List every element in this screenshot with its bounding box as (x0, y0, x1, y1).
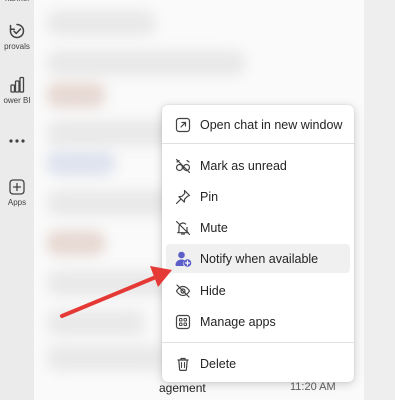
rail-item-label: ower BI (3, 96, 31, 105)
menu-item-open-new-window[interactable]: Open chat in new window (166, 110, 350, 139)
side-panel (364, 0, 395, 400)
menu-item-label: Notify when available (200, 251, 319, 266)
menu-item-hide[interactable]: Hide (166, 276, 350, 305)
app-rail: hannel provals ower BI Apps (0, 0, 34, 400)
notify-person-icon (174, 250, 192, 268)
apps-icon (0, 178, 34, 196)
list-item[interactable] (46, 345, 166, 371)
rail-item-label: provals (4, 42, 30, 51)
menu-item-manage-apps[interactable]: Manage apps (166, 307, 350, 336)
list-item[interactable] (46, 10, 156, 36)
menu-item-mute[interactable]: Mute (166, 213, 350, 242)
menu-divider (162, 342, 354, 343)
manage-apps-icon (174, 313, 192, 331)
power-bi-icon (0, 76, 34, 94)
chat-item-time: 11:20 AM (290, 381, 336, 393)
pin-icon (174, 188, 192, 206)
menu-item-pin[interactable]: Pin (166, 182, 350, 211)
rail-item-apps[interactable]: Apps (0, 178, 34, 207)
menu-item-label: Pin (200, 189, 219, 204)
menu-item-mark-unread[interactable]: Mark as unread (166, 151, 350, 180)
list-item[interactable] (46, 230, 106, 256)
menu-item-label: Mute (200, 220, 228, 235)
menu-item-notify-when-available[interactable]: Notify when available (166, 244, 350, 273)
chat-item-title[interactable]: agement (159, 381, 206, 395)
rail-item-label: Apps (7, 198, 27, 207)
hide-icon (174, 282, 192, 300)
list-item[interactable] (46, 150, 116, 176)
list-item[interactable] (46, 82, 106, 108)
more-icon (0, 136, 34, 146)
list-item[interactable] (46, 50, 246, 76)
rail-item-more[interactable] (0, 136, 34, 146)
menu-item-label: Open chat in new window (200, 117, 343, 132)
menu-item-label: Manage apps (200, 314, 276, 329)
chat-context-menu: Open chat in new window Mark as unread P… (162, 105, 354, 382)
approvals-icon (0, 22, 34, 40)
rail-item-channel[interactable]: hannel (0, 0, 34, 3)
menu-item-label: Hide (200, 283, 226, 298)
rail-item-power-bi[interactable]: ower BI (0, 76, 34, 105)
menu-item-label: Mark as unread (200, 158, 287, 173)
list-item[interactable] (46, 190, 176, 216)
mute-icon (174, 219, 192, 237)
menu-item-label: Delete (200, 356, 237, 371)
mark-unread-icon (174, 157, 192, 175)
list-item[interactable] (46, 310, 146, 336)
open-in-new-window-icon (174, 116, 192, 134)
delete-icon (174, 355, 192, 373)
menu-divider (162, 143, 354, 144)
rail-item-approvals[interactable]: provals (0, 22, 34, 51)
rail-item-label: hannel (0, 0, 34, 3)
menu-item-delete[interactable]: Delete (166, 349, 350, 378)
